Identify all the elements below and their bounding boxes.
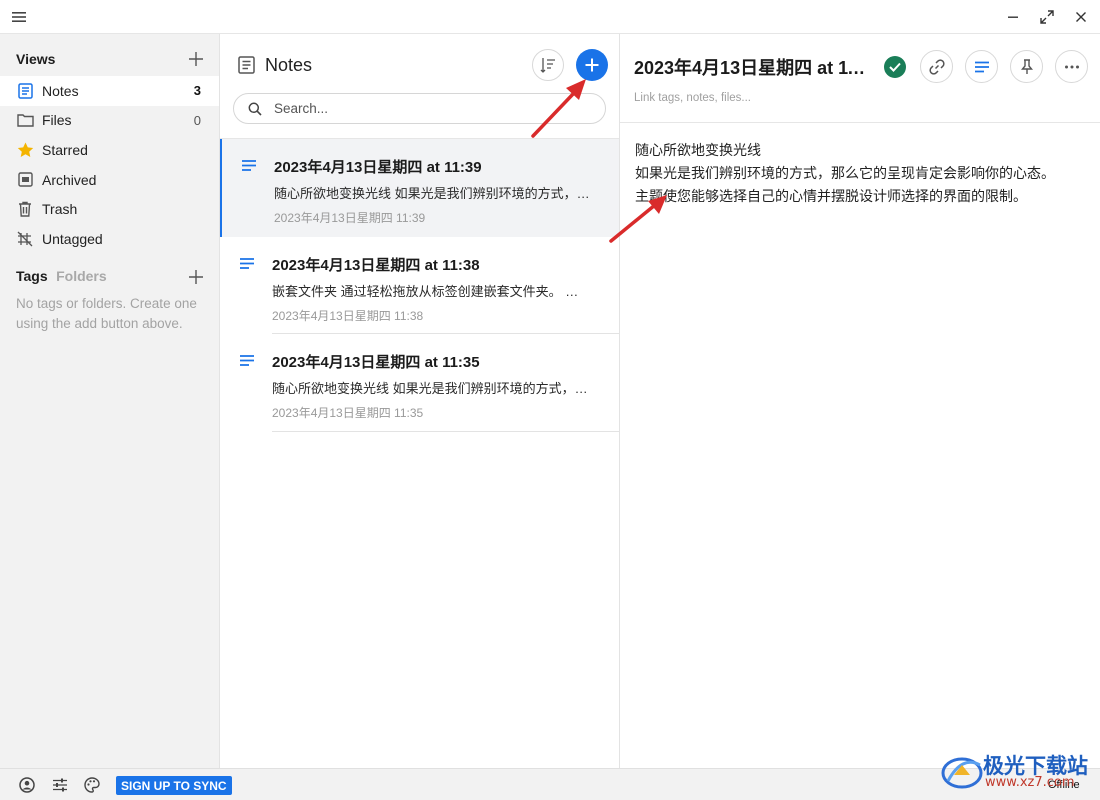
trash-icon bbox=[16, 200, 34, 218]
sidebar-item-untagged[interactable]: Untagged bbox=[0, 224, 219, 254]
note-title: 2023年4月13日星期四 at 11:35 bbox=[272, 354, 480, 371]
note-list-item[interactable]: 2023年4月13日星期四 at 11:35 随心所欲地变换光线 如果光是我们辨… bbox=[220, 334, 619, 432]
add-tag-icon[interactable] bbox=[186, 267, 206, 287]
tags-title: Tags bbox=[16, 268, 48, 284]
plus-icon bbox=[585, 58, 599, 72]
note-preview: 嵌套文件夹 通过轻松拖放从标签创建嵌套文件夹。 … bbox=[272, 283, 579, 299]
sign-up-to-sync-button[interactable]: SIGN UP TO SYNC bbox=[116, 776, 232, 795]
text-lines-icon bbox=[974, 61, 989, 72]
notes-icon bbox=[16, 82, 34, 100]
add-view-icon[interactable] bbox=[186, 49, 206, 69]
saved-check-icon bbox=[884, 55, 906, 78]
link-button[interactable] bbox=[920, 50, 953, 83]
link-tags-input[interactable]: Link tags, notes, files... bbox=[634, 92, 751, 104]
sidebar-item-trash[interactable]: Trash bbox=[0, 194, 219, 224]
note-body: 2023年4月13日星期四 at 11:35 随心所欲地变换光线 如果光是我们辨… bbox=[272, 351, 602, 421]
sort-icon bbox=[540, 58, 555, 73]
editor-line: 随心所欲地变换光线 bbox=[635, 142, 761, 158]
sidebar-item-label: Untagged bbox=[42, 230, 103, 247]
sidebar-item-label: Notes bbox=[42, 82, 79, 99]
note-preview: 随心所欲地变换光线 如果光是我们辨别环境的方式，那么它的呈现肯定会影响你的心态。 bbox=[274, 186, 600, 201]
notes-panel: Notes 2023年4月13日星期四 at 11:39 随心所欲地变换光线 如… bbox=[220, 34, 620, 768]
sidebar-item-archived[interactable]: Archived bbox=[0, 165, 219, 195]
sidebar-item-label: Starred bbox=[42, 141, 88, 158]
archive-icon bbox=[16, 171, 34, 189]
note-list-item[interactable]: 2023年4月13日星期四 at 11:38 嵌套文件夹 通过轻松拖放从标签创建… bbox=[220, 237, 619, 334]
views-list: Notes 3 Files 0 Starred Archived Trash U… bbox=[0, 76, 219, 254]
note-list-item[interactable]: 2023年4月13日星期四 at 11:39 随心所欲地变换光线 如果光是我们辨… bbox=[220, 139, 619, 237]
title-bar bbox=[0, 0, 1100, 34]
account-icon[interactable] bbox=[18, 776, 36, 794]
note-date: 2023年4月13日星期四 11:38 bbox=[272, 308, 424, 323]
menu-icon[interactable] bbox=[2, 0, 36, 34]
more-options-button[interactable] bbox=[1055, 50, 1088, 83]
search-box[interactable] bbox=[233, 93, 606, 124]
note-preview: 随心所欲地变换光线 如果光是我们辨别环境的方式，那么它的呈现肯定会影响你的心态。 bbox=[272, 381, 598, 396]
sidebar-item-notes[interactable]: Notes 3 bbox=[0, 76, 219, 106]
editor-panel: 2023年4月13日星期四 at 11:39 Link tags, notes,… bbox=[620, 34, 1100, 768]
sort-button[interactable] bbox=[532, 49, 564, 81]
editor-title[interactable]: 2023年4月13日星期四 at 11:39 bbox=[634, 54, 870, 80]
sidebar-item-label: Archived bbox=[42, 171, 97, 188]
more-icon bbox=[1064, 65, 1079, 68]
editor-content[interactable]: 随心所欲地变换光线 如果光是我们辨别环境的方式，那么它的呈现肯定会影响你的心态。… bbox=[635, 139, 1067, 208]
preferences-icon[interactable] bbox=[51, 776, 69, 794]
notes-title: Notes bbox=[265, 54, 313, 75]
search-icon bbox=[248, 102, 262, 116]
pin-icon bbox=[1020, 58, 1033, 74]
untagged-icon bbox=[16, 230, 34, 248]
search-input[interactable] bbox=[274, 101, 574, 116]
watermark-url: www.xz7.com bbox=[985, 775, 1075, 790]
sidebar-item-label: Trash bbox=[42, 201, 78, 218]
views-title: Views bbox=[16, 51, 56, 67]
note-list: 2023年4月13日星期四 at 11:39 随心所欲地变换光线 如果光是我们辨… bbox=[220, 139, 619, 432]
tags-heading: Tags Folders bbox=[16, 268, 107, 286]
editor-type-button[interactable] bbox=[965, 50, 998, 83]
folder-icon bbox=[16, 111, 34, 129]
note-date: 2023年4月13日星期四 11:39 bbox=[274, 211, 426, 225]
star-icon bbox=[16, 141, 34, 159]
footer-bar: SIGN UP TO SYNC Offline bbox=[0, 768, 1100, 800]
tags-empty-message: No tags or folders. Create one using the… bbox=[16, 296, 197, 331]
notes-header: Notes bbox=[236, 49, 608, 81]
note-type-icon bbox=[240, 355, 254, 366]
link-icon bbox=[928, 58, 945, 75]
note-body: 2023年4月13日星期四 at 11:38 嵌套文件夹 通过轻松拖放从标签创建… bbox=[272, 254, 602, 324]
note-title: 2023年4月13日星期四 at 11:39 bbox=[274, 159, 482, 176]
notes-icon bbox=[236, 55, 256, 75]
note-type-icon bbox=[240, 257, 254, 269]
pin-button[interactable] bbox=[1010, 50, 1043, 83]
note-type-icon bbox=[242, 160, 256, 171]
tags-header: Tags Folders bbox=[16, 266, 206, 288]
sidebar-item-starred[interactable]: Starred bbox=[0, 135, 219, 165]
sidebar-item-label: Files bbox=[42, 112, 72, 129]
sidebar-item-count: 3 bbox=[193, 83, 201, 99]
sidebar: Views Notes 3 Files 0 Starred Archived T… bbox=[0, 34, 220, 768]
editor-divider bbox=[620, 122, 1100, 123]
sidebar-item-files[interactable]: Files 0 bbox=[0, 106, 219, 136]
editor-actions bbox=[884, 50, 1100, 83]
note-date: 2023年4月13日星期四 11:35 bbox=[272, 406, 424, 420]
add-note-button[interactable] bbox=[576, 49, 608, 81]
sidebar-item-count: 0 bbox=[193, 112, 201, 128]
minimize-icon[interactable] bbox=[996, 0, 1030, 34]
note-body: 2023年4月13日星期四 at 11:39 随心所欲地变换光线 如果光是我们辨… bbox=[274, 156, 604, 226]
editor-line: 如果光是我们辨别环境的方式，那么它的呈现肯定会影响你的心态。主题使您能够选择自己… bbox=[635, 165, 1055, 204]
note-title: 2023年4月13日星期四 at 11:38 bbox=[272, 256, 480, 274]
close-icon[interactable] bbox=[1064, 0, 1098, 34]
maximize-icon[interactable] bbox=[1030, 0, 1064, 34]
views-header: Views bbox=[16, 48, 206, 70]
palette-icon[interactable] bbox=[83, 776, 101, 794]
folders-subtitle[interactable]: Folders bbox=[56, 268, 107, 284]
note-separator bbox=[272, 430, 619, 432]
